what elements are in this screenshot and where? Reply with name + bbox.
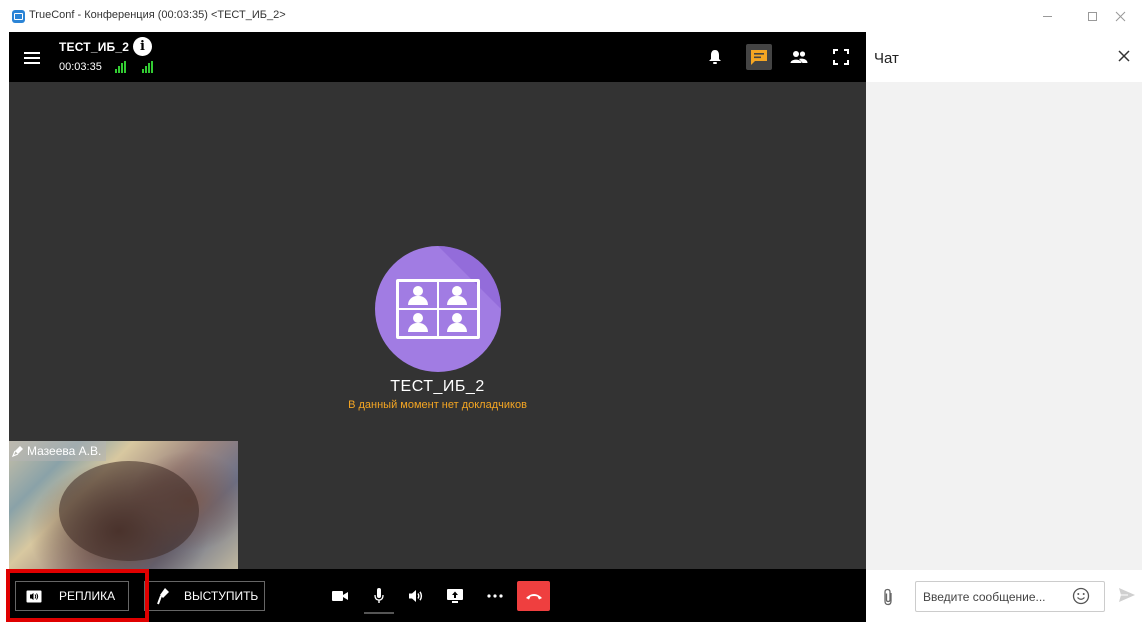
speak-button[interactable]: ВЫСТУПИТЬ: [144, 581, 265, 611]
chat-panel: Чат: [866, 32, 1142, 622]
chat-footer: [866, 570, 1142, 622]
chat-title: Чат: [874, 50, 899, 67]
conference-area: ТЕСТ_ИБ_2 i 00:03:35 ТЕСТ_ИБ_2 В данный …: [6, 32, 866, 622]
maximize-icon: [1087, 11, 1097, 21]
maximize-button[interactable]: [1081, 4, 1103, 28]
status-message: В данный момент нет докладчиков: [348, 399, 527, 411]
trueconf-app-icon: [12, 10, 25, 23]
minimize-button[interactable]: [1036, 4, 1058, 28]
signal-strength-icon: [142, 61, 156, 73]
remark-icon: [26, 590, 42, 602]
conference-name: ТЕСТ_ИБ_2: [59, 40, 130, 54]
self-view-label: Мазеева А.В.: [9, 441, 107, 461]
hangup-icon: [525, 594, 542, 600]
close-window-button[interactable]: [1109, 4, 1131, 28]
signal-strength-icon: [115, 61, 129, 73]
hangup-button[interactable]: [517, 581, 550, 611]
speaker-volume-icon[interactable]: [406, 586, 428, 606]
remark-label: РЕПЛИКА: [59, 589, 116, 603]
attach-icon[interactable]: [882, 588, 894, 606]
send-icon[interactable]: [1118, 587, 1136, 605]
chat-messages-area[interactable]: [866, 82, 1142, 570]
mic-level-bar: [364, 612, 394, 614]
participants-icon[interactable]: [786, 44, 812, 70]
camera-icon[interactable]: [329, 586, 351, 606]
participants-grid-icon: [396, 279, 480, 339]
trueconf-window: TrueConf - Конференция (00:03:35) <ТЕСТ_…: [0, 0, 1142, 622]
conference-header: ТЕСТ_ИБ_2 i 00:03:35: [9, 32, 866, 82]
menu-icon[interactable]: [24, 52, 40, 64]
chat-close-button[interactable]: [1118, 46, 1130, 67]
speaker-role-icon: [12, 446, 23, 457]
remark-button[interactable]: РЕПЛИКА: [15, 581, 129, 611]
conference-timer: 00:03:35: [59, 61, 102, 73]
bell-icon[interactable]: [702, 44, 728, 70]
conference-toolbar: РЕПЛИКА ВЫСТУПИТЬ: [6, 569, 866, 622]
more-options-icon[interactable]: [484, 586, 506, 606]
chat-icon: [751, 49, 767, 65]
info-icon[interactable]: i: [133, 37, 152, 56]
close-icon: [1115, 11, 1125, 21]
speak-icon: [157, 588, 169, 605]
chat-header: Чат: [866, 32, 1142, 82]
screen-share-icon[interactable]: [444, 586, 466, 606]
emoji-icon[interactable]: [1072, 587, 1090, 605]
self-view-video[interactable]: Мазеева А.В.: [9, 441, 238, 569]
microphone-icon[interactable]: [368, 586, 390, 606]
title-bar: TrueConf - Конференция (00:03:35) <ТЕСТ_…: [0, 0, 1142, 32]
chat-toggle-button[interactable]: [746, 44, 772, 70]
conference-title: ТЕСТ_ИБ_2: [390, 378, 485, 395]
close-icon: [1118, 50, 1130, 62]
conference-avatar: [375, 246, 501, 372]
self-view-name: Мазеева А.В.: [27, 444, 102, 458]
window-title: TrueConf - Конференция (00:03:35) <ТЕСТ_…: [29, 9, 286, 21]
fullscreen-icon[interactable]: [828, 44, 854, 70]
minimize-icon: [1042, 15, 1052, 17]
speak-label: ВЫСТУПИТЬ: [184, 589, 259, 603]
